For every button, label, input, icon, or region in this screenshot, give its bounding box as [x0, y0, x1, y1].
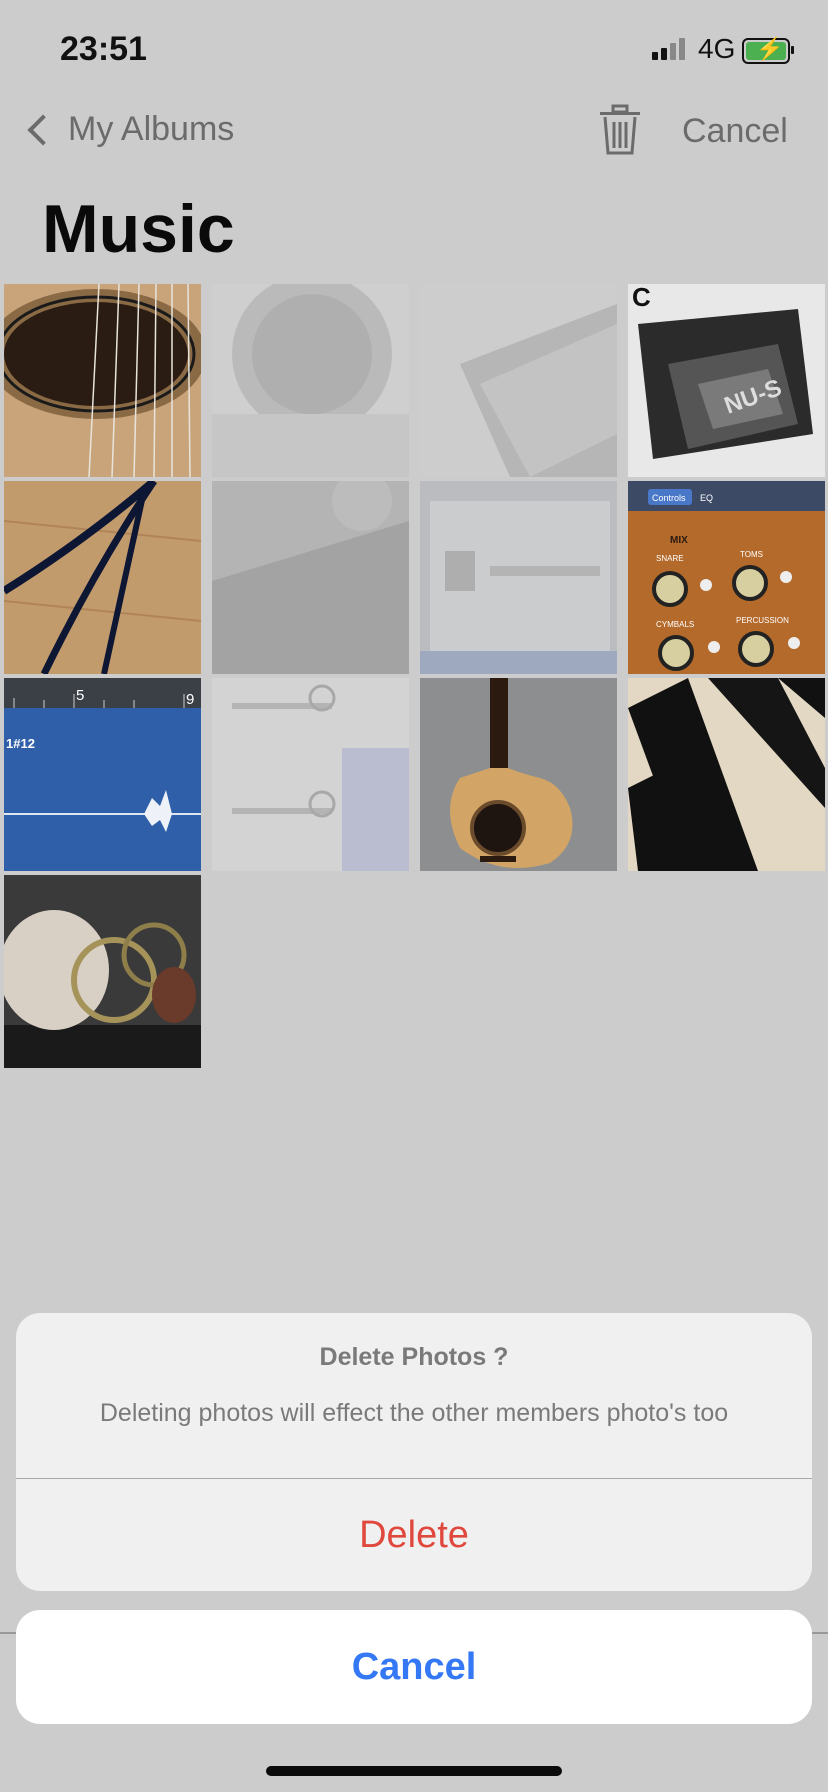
- photo-tile[interactable]: Controls EQ MIX SNARE TOMS CYMBALS PERCU…: [628, 481, 825, 674]
- photo-tile[interactable]: [4, 875, 201, 1068]
- photo-tile[interactable]: [4, 284, 201, 477]
- network-type: 4G: [698, 33, 736, 64]
- photo-tile[interactable]: 5 9 1#12: [4, 678, 201, 871]
- tile-text: MIX: [670, 535, 688, 546]
- trash-icon[interactable]: [598, 104, 642, 156]
- tile-text: SNARE: [656, 554, 684, 563]
- delete-button[interactable]: Delete: [16, 1479, 812, 1591]
- tile-text: PERCUSSION: [736, 616, 789, 625]
- action-sheet-cancel-button[interactable]: Cancel: [16, 1610, 812, 1724]
- photo-tile[interactable]: [212, 481, 409, 674]
- photo-tile[interactable]: [4, 481, 201, 674]
- delete-action-sheet: Delete Photos ? Deleting photos will eff…: [16, 1313, 812, 1591]
- divider: [812, 1632, 828, 1634]
- photo-tile[interactable]: [420, 678, 617, 871]
- divider: [0, 1632, 16, 1634]
- tile-text: EQ: [700, 493, 713, 503]
- tile-text: CYMBALS: [656, 620, 694, 629]
- signal-icon: [652, 38, 685, 60]
- photo-grid: NU-S C Controls EQ MIX SNARE TOMS CYMBAL…: [4, 284, 825, 1068]
- tile-text: 9: [186, 691, 194, 708]
- action-sheet-title: Delete Photos ?: [319, 1343, 509, 1371]
- photo-tile[interactable]: [628, 678, 825, 871]
- photo-tile[interactable]: [212, 678, 409, 871]
- back-button[interactable]: My Albums: [24, 110, 234, 149]
- chevron-left-icon: [27, 113, 59, 146]
- status-time: 23:51: [60, 30, 147, 68]
- photo-tile[interactable]: [420, 481, 617, 674]
- back-label: My Albums: [68, 110, 235, 148]
- tile-text: 5: [76, 687, 84, 704]
- battery-charging-icon: ⚡: [742, 36, 794, 64]
- nav-cancel-button[interactable]: Cancel: [682, 112, 788, 151]
- tile-text: TOMS: [740, 550, 763, 559]
- photo-tile[interactable]: [212, 284, 409, 477]
- photo-tile[interactable]: NU-S C: [628, 284, 825, 477]
- tile-text: Controls: [652, 493, 686, 503]
- photo-tile[interactable]: [420, 284, 617, 477]
- tile-text: C: [632, 284, 651, 312]
- status-bar: 23:51 4G ⚡: [0, 0, 828, 100]
- nav-bar: My Albums Cancel: [0, 100, 828, 170]
- action-sheet-message: Deleting photos will effect the other me…: [99, 1399, 729, 1427]
- tile-text: 1#12: [6, 736, 35, 751]
- page-title: Music: [42, 191, 235, 267]
- home-indicator: [266, 1766, 562, 1776]
